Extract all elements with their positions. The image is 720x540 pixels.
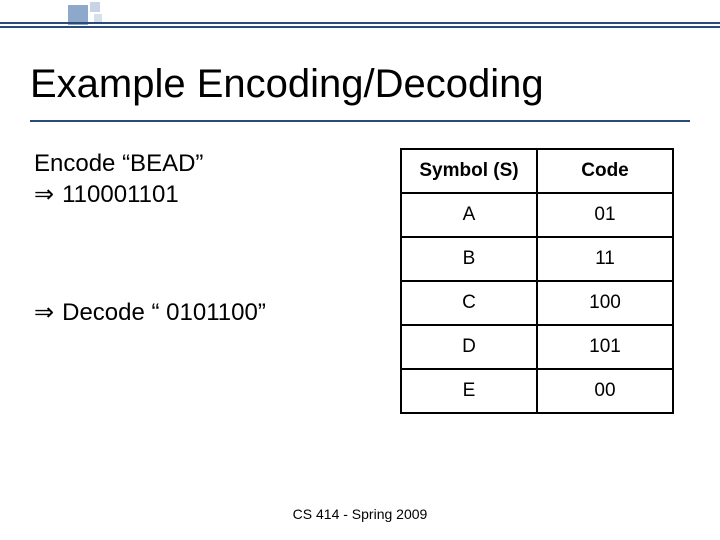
cell-code: 11 — [537, 237, 673, 281]
cell-symbol: D — [401, 325, 537, 369]
deco-square-icon — [94, 14, 102, 22]
cell-code: 101 — [537, 325, 673, 369]
encode-result: 110001101 — [62, 179, 179, 210]
table-header-row: Symbol (S) Code — [401, 149, 673, 193]
cell-symbol: E — [401, 369, 537, 413]
col-code: Code — [537, 149, 673, 193]
page-title: Example Encoding/Decoding — [30, 62, 544, 107]
table-row: B 11 — [401, 237, 673, 281]
arrow-right-icon: ⇒ — [34, 179, 54, 210]
cell-code: 00 — [537, 369, 673, 413]
cell-symbol: B — [401, 237, 537, 281]
cell-code: 01 — [537, 193, 673, 237]
decode-section: ⇒ Decode “ 0101100” — [34, 298, 266, 327]
cell-code: 100 — [537, 281, 673, 325]
deco-rule — [0, 22, 720, 24]
table-row: C 100 — [401, 281, 673, 325]
deco-rule — [0, 26, 720, 28]
table-row: A 01 — [401, 193, 673, 237]
footer-text: CS 414 - Spring 2009 — [0, 506, 720, 522]
cell-symbol: A — [401, 193, 537, 237]
decode-label: Decode “ 0101100” — [62, 299, 266, 327]
encode-label: Encode “BEAD” — [34, 148, 203, 179]
encode-section: Encode “BEAD” ⇒ 110001101 — [34, 148, 203, 210]
table-row: E 00 — [401, 369, 673, 413]
col-symbol: Symbol (S) — [401, 149, 537, 193]
header-decoration — [0, 0, 720, 32]
deco-square-icon — [90, 2, 100, 12]
title-underline — [30, 120, 690, 122]
cell-symbol: C — [401, 281, 537, 325]
table-row: D 101 — [401, 325, 673, 369]
code-table: Symbol (S) Code A 01 B 11 C 100 D 101 E … — [400, 148, 674, 414]
arrow-right-icon: ⇒ — [34, 298, 54, 327]
